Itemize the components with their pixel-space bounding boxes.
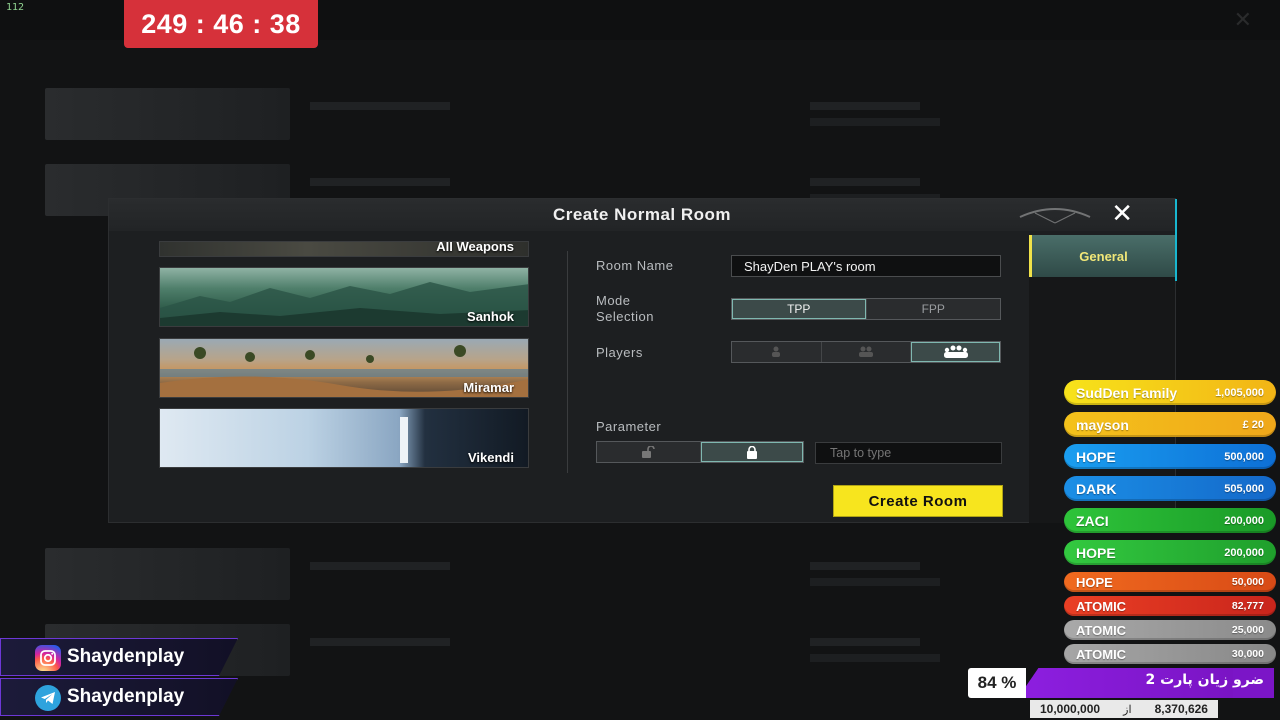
goal-of-label: از [1123,703,1132,716]
map-name: Sanhok [467,309,514,324]
donor-name: ATOMIC [1076,598,1127,614]
map-name: All Weapons [436,241,514,254]
donor-name: HOPE [1076,448,1116,465]
unlock-icon [642,446,656,458]
donor-name: ATOMIC [1076,622,1127,638]
donor-name: SudDen Family [1076,384,1178,401]
leaderboard-entry: ATOMIC 30,000 [1064,644,1276,664]
lock-icon [746,445,757,459]
donation-amount: 505,000 [1224,482,1264,495]
goal-title: ضرو زیان پارت 2 [1145,672,1264,688]
locked-room-button[interactable] [700,442,803,462]
goal-amounts: 10,000,000 از 8,370,626 [1030,700,1218,718]
duo-player-icon [859,346,873,357]
leaderboard-entry: mayson £ 20 [1064,412,1276,437]
goal-track: ضرو زیان پارت 2 [1018,668,1274,698]
map-name: Miramar [463,380,514,395]
create-room-dialog: Create Normal Room ✕ All Weapons Sanhok … [108,198,1177,523]
map-card-miramar[interactable]: Miramar [159,338,529,398]
telegram-badge: Shaydenplay [0,678,238,716]
donation-amount: £ 20 [1242,418,1264,431]
map-card-sanhok[interactable]: Sanhok [159,267,529,327]
parameter-label: Parameter [596,419,662,434]
solo-player-icon [772,346,781,357]
donor-name: mayson [1076,416,1129,433]
donation-amount: 200,000 [1224,514,1264,527]
dialog-title: Create Normal Room [552,205,732,224]
players-squad-button[interactable] [911,342,1001,362]
donation-amount: 500,000 [1224,450,1264,463]
donation-amount: 200,000 [1224,546,1264,559]
mode-option-tpp[interactable]: TPP [732,299,867,319]
leaderboard-entry: DARK 505,000 [1064,476,1276,501]
room-name-label: Room Name [596,258,674,273]
fps-counter: 112 [6,2,25,13]
players-selector [731,341,1001,363]
leaderboard-entry: HOPE 500,000 [1064,444,1276,469]
map-card-vikendi[interactable]: Vikendi [159,408,529,468]
leaderboard-entry: ZACI 200,000 [1064,508,1276,533]
background-close-icon: ✕ [1233,8,1252,33]
tab-general[interactable]: General [1029,235,1175,277]
mode-option-fpp[interactable]: FPP [866,299,1000,319]
instagram-badge: Shaydenplay [0,638,238,676]
donor-name: ZACI [1076,512,1109,529]
stream-timer: 249 : 46 : 38 [124,0,318,48]
donation-goal-bar: ضرو زیان پارت 2 84 % [968,668,1274,698]
room-name-input[interactable] [731,255,1001,277]
create-room-button[interactable]: Create Room [834,486,1002,516]
instagram-icon [35,645,61,671]
players-solo-button[interactable] [732,342,822,362]
donation-amount: 30,000 [1231,648,1264,660]
dialog-header: Create Normal Room ✕ [109,199,1175,231]
instagram-handle: Shaydenplay [67,646,185,667]
leaderboard-entry: HOPE 200,000 [1064,540,1276,565]
room-privacy-selector [596,441,804,463]
background-row [40,88,1240,148]
goal-percent: 84 % [968,668,1026,698]
telegram-handle: Shaydenplay [67,686,185,707]
unlocked-room-button[interactable] [597,442,701,462]
players-label: Players [596,345,643,360]
donation-amount: 50,000 [1231,576,1264,588]
donor-name: HOPE [1076,574,1113,590]
map-card-all-weapons[interactable]: All Weapons [159,241,529,257]
donor-name: HOPE [1076,544,1116,561]
telegram-icon [35,685,61,711]
leaderboard-entry: ATOMIC 82,777 [1064,596,1276,616]
vikendi-tower-image [400,417,408,463]
password-input[interactable] [815,442,1002,464]
donor-name: DARK [1076,480,1117,497]
donation-amount: 25,000 [1231,624,1264,636]
donor-name: ATOMIC [1076,646,1127,662]
leaderboard-entry: SudDen Family 1,005,000 [1064,380,1276,405]
donation-amount: 1,005,000 [1215,386,1264,399]
goal-target: 10,000,000 [1040,702,1101,716]
squad-player-icon [943,345,968,358]
leaderboard-entry: ATOMIC 25,000 [1064,620,1276,640]
donation-leaderboard: SudDen Family 1,005,000 mayson £ 20 HOPE 500,… [1064,380,1276,668]
mode-selector: TPP FPP [731,298,1001,320]
mode-selection-label: Mode Selection [596,293,654,324]
players-duo-button[interactable] [821,342,912,362]
donation-amount: 82,777 [1231,600,1264,612]
goal-current: 8,370,626 [1154,702,1208,716]
dialog-edge-accent [1175,199,1177,281]
close-icon[interactable]: ✕ [1111,201,1133,227]
background-row [40,548,1240,608]
map-name: Vikendi [467,450,514,465]
dialog-divider [567,251,568,473]
leaderboard-entry: HOPE 50,000 [1064,572,1276,592]
